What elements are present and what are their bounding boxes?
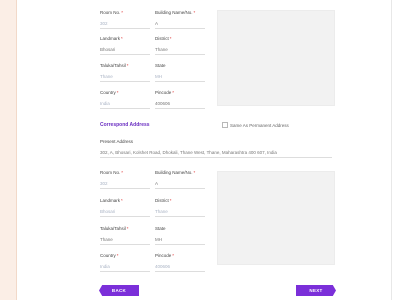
corr-taluka-field: Taluka/Tahsil* Thane: [100, 226, 150, 245]
room-no-label: Room No.: [100, 10, 121, 15]
country-label: Country: [100, 90, 116, 95]
right-border-line: [391, 0, 392, 300]
same-as-permanent-checkbox[interactable]: [222, 122, 228, 128]
corr-pincode-label: Pincode: [155, 253, 172, 258]
left-side-strip: [0, 0, 17, 300]
same-as-permanent[interactable]: Same As Permanent Address: [222, 122, 289, 128]
corr-landmark-input[interactable]: Bhosari: [100, 207, 150, 217]
next-button[interactable]: NEXT: [296, 285, 336, 296]
same-as-permanent-label: Same As Permanent Address: [230, 122, 289, 128]
corr-room-no-field: Room No.* 302: [100, 170, 150, 189]
corr-country-select[interactable]: India: [100, 262, 150, 272]
corr-room-no-input[interactable]: 302: [100, 179, 150, 189]
building-name-input[interactable]: A: [155, 19, 205, 29]
landmark-input[interactable]: Bhosari: [100, 45, 150, 55]
pincode-label: Pincode: [155, 90, 172, 95]
district-label: District: [155, 36, 169, 41]
country-select[interactable]: India: [100, 99, 150, 109]
building-name-label: Building Name/No.: [155, 10, 193, 15]
corr-state-field: State MH: [155, 226, 205, 245]
district-field: District* Thane: [155, 36, 205, 55]
district-input[interactable]: Thane: [155, 45, 205, 55]
country-field: Country* India: [100, 90, 150, 109]
corr-country-field: Country* India: [100, 253, 150, 272]
corr-state-label: State: [155, 226, 166, 231]
corr-district-field: District* Thane: [155, 198, 205, 217]
corr-pincode-input[interactable]: 400606: [155, 262, 205, 272]
taluka-input[interactable]: Thane: [100, 72, 150, 82]
pincode-input[interactable]: 400606: [155, 99, 205, 109]
state-input[interactable]: MH: [155, 72, 205, 82]
map-preview[interactable]: [217, 10, 335, 106]
corr-country-label: Country: [100, 253, 116, 258]
corr-landmark-label: Landmark: [100, 198, 121, 203]
room-no-input[interactable]: 302: [100, 19, 150, 29]
corr-state-input[interactable]: MH: [155, 235, 205, 245]
corr-map-preview[interactable]: [217, 171, 335, 265]
present-address-label: Present Address: [100, 139, 134, 144]
present-address-field: Present Address 302, A, Bhosari, Kolshet…: [100, 139, 332, 158]
corr-room-no-label: Room No.: [100, 170, 121, 175]
back-button[interactable]: BACK: [99, 285, 139, 296]
taluka-field: Taluka/Tahsil* Thane: [100, 63, 150, 82]
state-label: State: [155, 63, 166, 68]
corr-landmark-field: Landmark* Bhosari: [100, 198, 150, 217]
taluka-label: Taluka/Tahsil: [100, 63, 126, 68]
room-no-field: Room No.* 302: [100, 10, 150, 29]
present-address-input[interactable]: 302, A, Bhosari, Kolshet Road, Dhokali, …: [100, 148, 332, 158]
corr-pincode-field: Pincode* 400606: [155, 253, 205, 272]
corr-taluka-input[interactable]: Thane: [100, 235, 150, 245]
pincode-field: Pincode* 400606: [155, 90, 205, 109]
corr-building-name-input[interactable]: A: [155, 179, 205, 189]
corr-taluka-label: Taluka/Tahsil: [100, 226, 126, 231]
corr-building-name-label: Building Name/No.: [155, 170, 193, 175]
corr-district-input[interactable]: Thane: [155, 207, 205, 217]
building-name-field: Building Name/No.* A: [155, 10, 205, 29]
corr-district-label: District: [155, 198, 169, 203]
landmark-label: Landmark: [100, 36, 121, 41]
corr-building-name-field: Building Name/No.* A: [155, 170, 205, 189]
correspond-address-title: Correspond Address: [100, 122, 150, 128]
landmark-field: Landmark* Bhosari: [100, 36, 150, 55]
state-field: State MH: [155, 63, 205, 82]
